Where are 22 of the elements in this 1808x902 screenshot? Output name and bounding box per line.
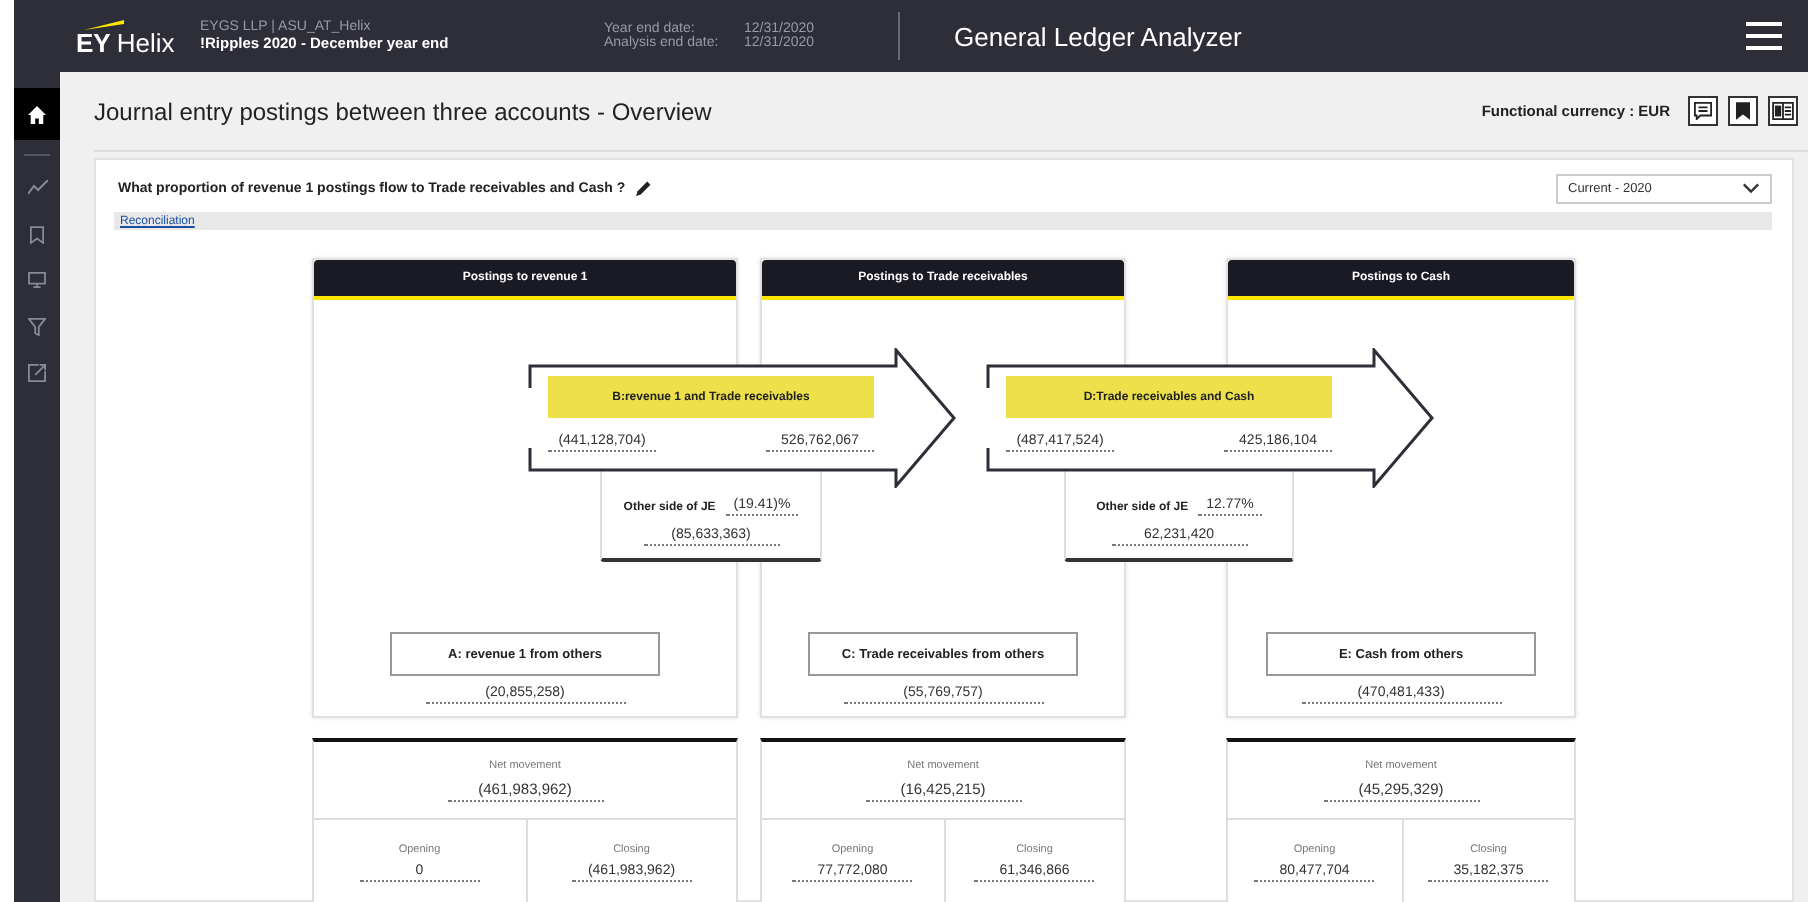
- home-icon: [28, 105, 46, 123]
- bookmark-icon: [30, 225, 44, 243]
- sidebar-item[interactable]: [14, 88, 60, 140]
- app-title: General Ledger Analyzer: [954, 21, 1242, 51]
- page-title: Journal entry postings between three accounts - Overview: [94, 97, 712, 125]
- filter-icon: [28, 317, 46, 335]
- product-name: Helix: [116, 27, 175, 57]
- guide-button[interactable]: [1768, 96, 1798, 126]
- edit-icon[interactable]: [635, 180, 652, 196]
- comment-button[interactable]: [1688, 96, 1718, 126]
- logo-stripe-icon: [84, 19, 124, 29]
- chevron-down-icon: [1742, 182, 1760, 194]
- menu-icon: [1746, 22, 1782, 50]
- menu-button[interactable]: [1746, 22, 1782, 50]
- bookmark-button[interactable]: [1728, 96, 1758, 126]
- trend-icon: [27, 180, 47, 196]
- comment-icon: [1694, 102, 1712, 120]
- brand-logo: EY: [76, 27, 111, 57]
- monitor-icon: [28, 272, 46, 288]
- export-icon: [28, 363, 46, 381]
- book-icon: [1772, 102, 1794, 120]
- bookmark-icon: [1736, 102, 1750, 120]
